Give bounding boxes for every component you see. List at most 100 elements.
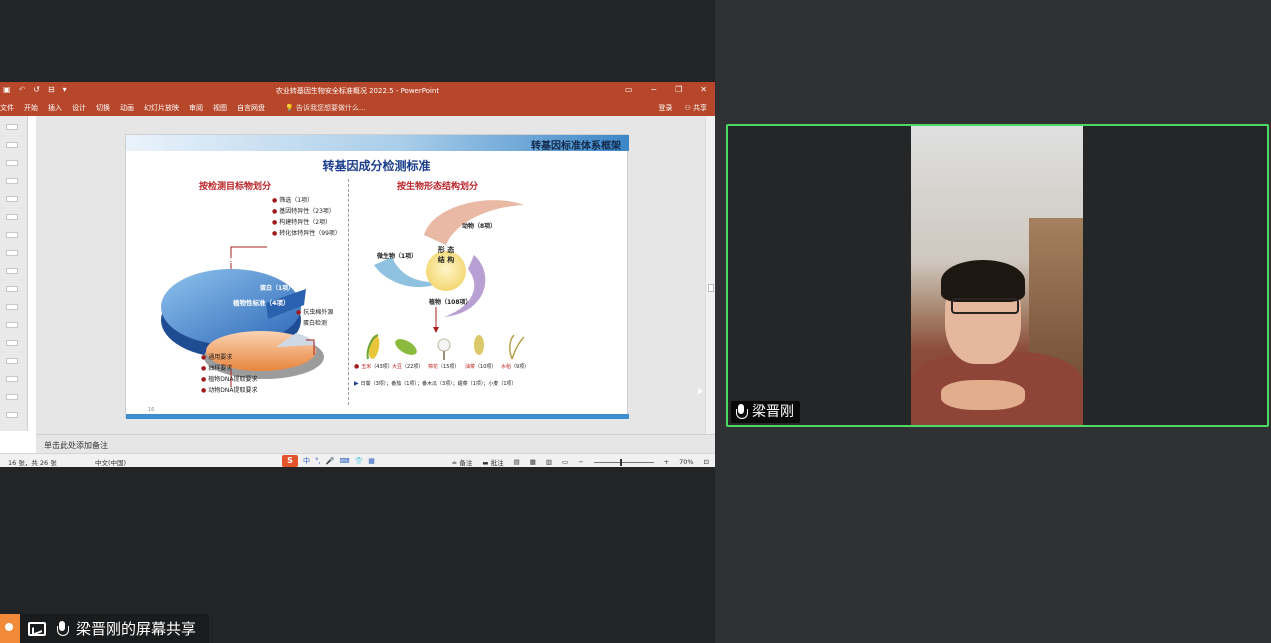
zoom-in-icon[interactable]: +	[664, 458, 669, 466]
sorter-view-icon[interactable]: ▦	[530, 458, 536, 466]
minimize-icon[interactable]: −	[650, 85, 657, 94]
list-item: ● 转化体特异性（99项）	[272, 230, 341, 237]
language-indicator[interactable]: 中文(中国)	[95, 457, 126, 467]
tab-design[interactable]: 设计	[72, 103, 86, 113]
notes-toggle[interactable]: ≐ 备注	[452, 457, 473, 467]
ime-toolbar: S 中 °, 🎤 ⌨ 👕 ▦	[282, 455, 375, 467]
person-hands	[941, 380, 1025, 410]
ime-keyboard-icon[interactable]: ⌨	[339, 457, 349, 465]
crop-images	[366, 334, 525, 360]
ime-voice-icon[interactable]: 🎤	[326, 457, 335, 465]
normal-view-icon[interactable]: ▤	[514, 458, 520, 466]
participant-name: 梁晋刚	[752, 404, 794, 420]
mouse-cursor-icon	[698, 388, 703, 394]
slideshow-view-icon[interactable]: ▭	[562, 458, 568, 466]
comments-toggle[interactable]: ▬ 批注	[482, 457, 503, 467]
tab-insert[interactable]: 插入	[48, 103, 62, 113]
zoom-out-icon[interactable]: −	[578, 458, 583, 466]
microphone-icon	[56, 620, 69, 637]
thumbnail[interactable]	[6, 304, 18, 310]
list-item: 蛋白检测	[303, 320, 328, 327]
crop-label-rapeseed: 油菜（10项）	[465, 364, 497, 370]
thumbnail[interactable]	[6, 340, 18, 346]
thumbnail[interactable]	[6, 250, 18, 256]
tab-file[interactable]: 文件	[0, 103, 14, 113]
lightbulb-icon: 💡	[285, 104, 294, 112]
tell-me-search[interactable]: 💡 告诉我您想要做什么...	[285, 103, 366, 113]
slide-footer-band	[126, 414, 629, 419]
vertical-scrollbar[interactable]	[705, 116, 715, 434]
crop-label-soybean: 大豆（22项）	[392, 364, 424, 370]
screen-share-area: ▣ ↶ ↺ ⊟ ▾ 农业转基因生物安全标准概况 2022.5 - PowerPo…	[0, 0, 715, 643]
tab-cloud-drive[interactable]: 自言网盘	[237, 103, 265, 113]
sogou-ime-icon[interactable]: S	[282, 455, 298, 467]
microbe-label: 微生物（1项）	[377, 253, 418, 260]
tab-transitions[interactable]: 切换	[96, 103, 110, 113]
zoom-level[interactable]: 70%	[679, 458, 693, 466]
list-item: ● 植物DNA提取要求	[201, 376, 258, 383]
crop-label-rice: 水稻（9项）	[501, 364, 530, 370]
notes-placeholder: 单击此处添加备注	[44, 441, 108, 450]
section-divider	[348, 179, 349, 405]
login-link[interactable]: 登录	[658, 103, 672, 113]
avatar	[0, 614, 20, 643]
slide-canvas[interactable]: 转基因标准体系框架 转基因成分检测标准 按检测目标物划分 按生物形态结构划分 ●…	[125, 134, 629, 419]
close-icon[interactable]: ✕	[700, 85, 707, 94]
soybean-icon	[395, 339, 417, 355]
share-button[interactable]: ⚇ 共享	[684, 103, 707, 113]
person-hair	[941, 260, 1025, 302]
title-bar: ▣ ↶ ↺ ⊟ ▾ 农业转基因生物安全标准概况 2022.5 - PowerPo…	[0, 82, 715, 99]
notes-pane[interactable]: 单击此处添加备注	[36, 434, 715, 453]
ribbon-options-icon[interactable]: ▭	[625, 85, 633, 94]
notes-icon: ≐	[451, 459, 458, 467]
thumbnail[interactable]	[6, 358, 18, 364]
thumbnail[interactable]	[6, 196, 18, 202]
animal-label: 动物（8项）	[462, 223, 497, 230]
thumbnail[interactable]	[6, 214, 18, 220]
scroll-thumb[interactable]	[708, 284, 714, 292]
rice-icon	[509, 334, 525, 360]
thumbnail[interactable]	[6, 268, 18, 274]
video-tile-active-speaker[interactable]: 梁晋刚	[726, 124, 1269, 427]
thumbnail[interactable]	[6, 394, 18, 400]
zoom-slider[interactable]	[593, 458, 654, 466]
zoom-slider-handle[interactable]	[619, 458, 622, 466]
ime-toolbox-icon[interactable]: ▦	[368, 457, 375, 465]
tab-slideshow[interactable]: 幻灯片放映	[144, 103, 179, 113]
thumbnail[interactable]	[6, 322, 18, 328]
slide-main-title: 转基因成分检测标准	[322, 159, 431, 173]
pie-label-protein: 蛋白（1项）	[260, 285, 295, 292]
thumbnail[interactable]	[6, 376, 18, 382]
thumbnail[interactable]	[6, 412, 18, 418]
slide-counter: 16 张，共 26 张	[8, 459, 57, 467]
tab-home[interactable]: 开始	[24, 103, 38, 113]
maximize-icon[interactable]: ❐	[675, 85, 682, 94]
thumbnail[interactable]	[6, 178, 18, 184]
ime-punctuation-icon[interactable]: °,	[315, 457, 321, 465]
tell-me-text: 告诉我您想要做什么...	[295, 104, 366, 112]
fit-slide-icon[interactable]: ⊡	[704, 458, 709, 466]
slide-thumbnail-pane[interactable]	[0, 116, 28, 431]
tab-animations[interactable]: 动画	[120, 103, 134, 113]
cotton-icon	[437, 338, 451, 352]
left-section-title: 按检测目标物划分	[199, 182, 272, 192]
crop-label-cotton: 棉花（15项）	[428, 364, 460, 370]
reading-view-icon[interactable]: ▥	[546, 458, 552, 466]
pie-label-trait: 植物性标准（4项）	[233, 299, 290, 307]
participant-nameplate: 梁晋刚	[731, 401, 800, 423]
thumbnail[interactable]	[6, 232, 18, 238]
plant-label: 植物（108项）	[429, 299, 472, 306]
thumbnail[interactable]	[6, 286, 18, 292]
person-glasses	[951, 298, 1019, 314]
tab-view[interactable]: 视图	[213, 103, 227, 113]
thumbnail[interactable]	[6, 124, 18, 130]
thumbnail[interactable]	[6, 142, 18, 148]
thumbnail[interactable]	[6, 160, 18, 166]
crop-label-corn: ● 玉米（43项）	[354, 363, 393, 370]
ime-skin-icon[interactable]: 👕	[355, 457, 364, 465]
tab-review[interactable]: 审阅	[189, 103, 203, 113]
ime-chinese-mode[interactable]: 中	[303, 456, 310, 466]
window-title: 农业转基因生物安全标准概况 2022.5 - PowerPoint	[275, 87, 440, 95]
comment-icon: ▬	[482, 459, 489, 467]
status-right: ≐ 备注 ▬ 批注 ▤ ▦ ▥ ▭ − + 70% ⊡	[452, 457, 709, 467]
